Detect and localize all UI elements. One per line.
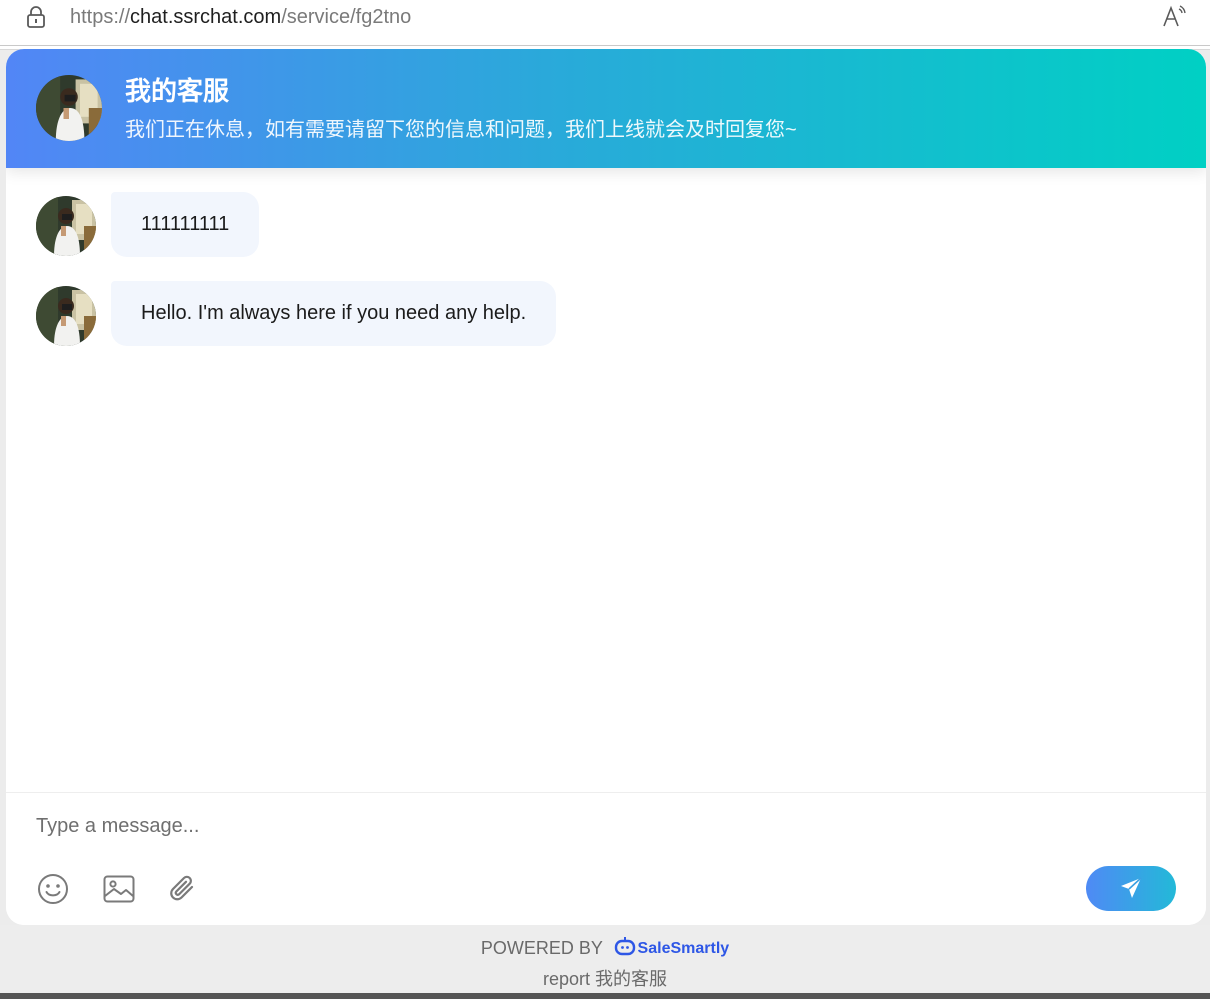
agent-avatar: [36, 75, 102, 141]
avatar-image: [36, 196, 96, 256]
image-icon: [103, 875, 135, 903]
avatar-image: [36, 75, 102, 141]
powered-by: POWERED BY SaleSmartly: [0, 936, 1210, 961]
message-avatar: [36, 196, 96, 256]
message-input[interactable]: [36, 811, 1136, 841]
attach-file-button[interactable]: [166, 872, 200, 906]
chat-widget: 我的客服 我们正在休息，如有需要请留下您的信息和问题，我们上线就会及时回复您~ …: [6, 49, 1206, 925]
url-scheme: https://: [70, 6, 131, 28]
read-aloud-icon[interactable]: [1162, 4, 1188, 30]
widget-footer: POWERED BY SaleSmartly report 我的客服: [0, 925, 1210, 999]
message-list[interactable]: 111111111 Hello. I'm always here if you …: [6, 168, 1206, 792]
report-link[interactable]: report 我的客服: [0, 967, 1210, 991]
avatar-image: [36, 286, 96, 346]
url-path: /service/fg2tno: [281, 6, 412, 28]
brand-name: SaleSmartly: [637, 940, 730, 958]
bottom-edge: [0, 993, 1210, 999]
chat-title: 我的客服: [125, 76, 230, 106]
message-bubble: Hello. I'm always here if you need any h…: [111, 281, 557, 346]
lock-icon[interactable]: [26, 6, 46, 28]
browser-address-bar: https://chat.ssrchat.com/service/fg2tno: [0, 0, 1210, 46]
image-upload-button[interactable]: [102, 872, 136, 906]
brand-logo-icon: [614, 937, 635, 956]
offline-notice: 我们正在休息，如有需要请留下您的信息和问题，我们上线就会及时回复您~: [125, 119, 797, 141]
send-icon: [1121, 877, 1142, 898]
message-bubble: 111111111: [111, 192, 260, 257]
url-host: chat.ssrchat.com: [130, 6, 282, 28]
powered-by-label: POWERED BY: [480, 938, 603, 958]
emoji-icon: [38, 874, 68, 904]
url-text[interactable]: https://chat.ssrchat.com/service/fg2tno: [70, 5, 411, 29]
attachment-icon: [170, 875, 194, 901]
emoji-button[interactable]: [36, 872, 70, 906]
send-button[interactable]: [1086, 866, 1176, 911]
chat-header: 我的客服 我们正在休息，如有需要请留下您的信息和问题，我们上线就会及时回复您~: [6, 49, 1206, 168]
message-avatar: [36, 286, 96, 346]
message-composer: [6, 792, 1206, 925]
brand-link[interactable]: SaleSmartly: [614, 937, 730, 961]
